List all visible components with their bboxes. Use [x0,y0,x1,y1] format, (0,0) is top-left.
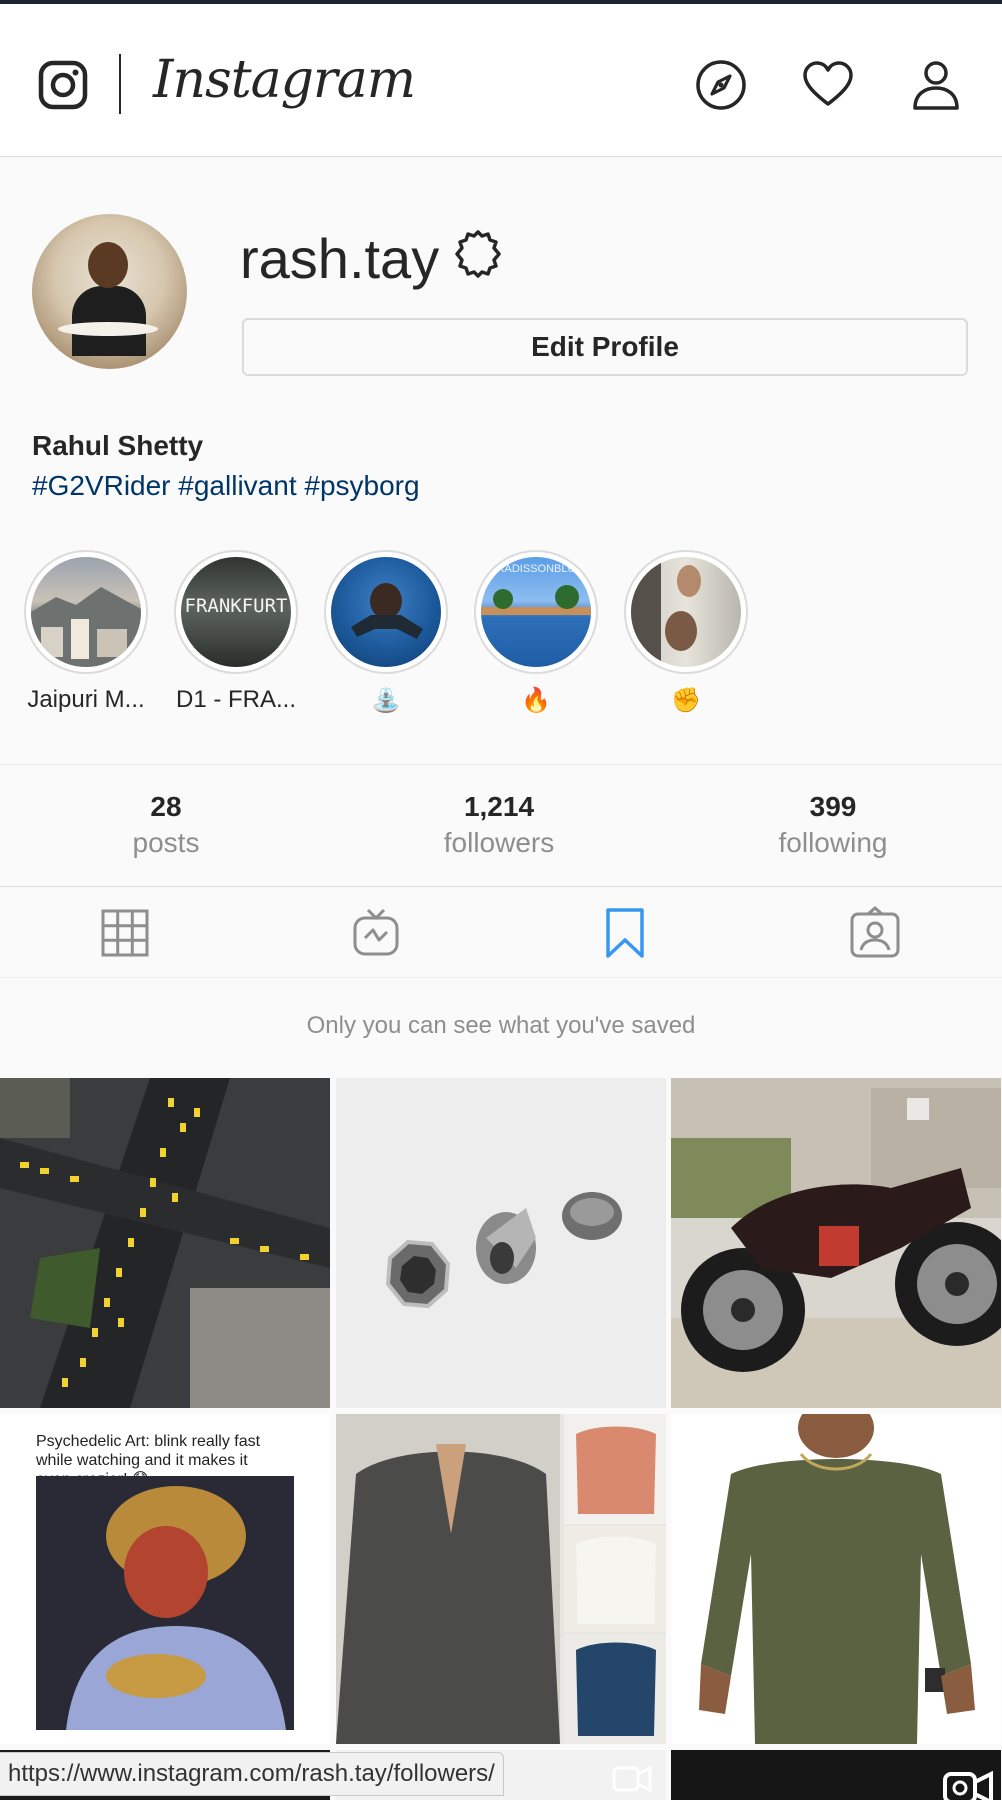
following-count: 399 [809,791,857,822]
highlight-thumbnail: RADISSONBLU [481,557,591,667]
profile-stats: 28 posts 1,214 followers 399 following [0,765,1002,887]
highlight-label: 🔥 [521,687,551,714]
highlight-thumbnail [31,557,141,667]
saved-privacy-note: Only you can see what you've saved [306,1012,696,1039]
story-highlights: Jaipuri M... FRANKFURT D1 - FRA... ⛲ RAD… [0,550,1002,730]
followers-count: 1,214 [463,791,535,822]
profile-tabs [0,888,1002,978]
user-icon[interactable] [909,58,963,112]
nav-separator [119,54,121,114]
highlight-item[interactable]: RADISSONBLU 🔥 [461,550,611,715]
posts-label: posts [132,827,200,858]
highlight-image-text: FRANKFURT [184,595,288,617]
posts-count: 28 [150,791,182,822]
following-stat[interactable]: 399 following [723,791,943,859]
following-label: following [778,827,888,858]
heart-icon[interactable] [801,58,855,112]
instagram-wordmark[interactable]: Instagram [153,50,416,110]
highlight-label: ✊ [671,687,701,714]
username: rash.tay [240,227,440,290]
saved-post-tile[interactable] [671,1750,1001,1800]
saved-post-tile[interactable] [336,1078,666,1408]
highlight-item[interactable]: ⛲ [311,550,461,715]
top-navbar: Instagram [0,4,1002,157]
video-camera-icon [276,1437,316,1465]
full-name: Rahul Shetty [32,430,204,461]
followers-stat[interactable]: 1,214 followers [389,791,609,859]
highlight-thumbnail [631,557,741,667]
linen-shirts-image [336,1414,666,1744]
instagram-logo-icon[interactable] [38,60,88,110]
posts-stat[interactable]: 28 posts [56,791,276,859]
highlight-thumbnail: FRANKFURT [181,557,291,667]
compass-icon[interactable] [694,58,748,112]
olive-shirt-image [671,1414,1001,1744]
grid-icon[interactable] [98,906,152,960]
tagged-icon[interactable] [848,906,902,960]
highlight-thumbnail [331,557,441,667]
saved-post-tile[interactable] [0,1078,330,1408]
igtv-icon[interactable] [349,906,403,960]
saved-post-tile[interactable] [336,1414,666,1744]
edit-profile-button[interactable]: Edit Profile [242,318,968,376]
saved-post-tile[interactable] [671,1078,1001,1408]
highlight-item[interactable]: FRANKFURT D1 - FRA... [161,550,311,714]
motorcycle-image [671,1078,1001,1408]
bio-hashtags[interactable]: #G2VRider #gallivant #psyborg [32,470,420,502]
bookmark-icon[interactable] [598,906,652,960]
psychedelic-art-image [36,1476,294,1730]
settings-gear-icon[interactable] [452,228,504,280]
saved-post-tile[interactable] [671,1414,1001,1744]
highlight-label: Jaipuri M... [27,686,145,713]
highlight-item[interactable]: Jaipuri M... [11,550,161,714]
silver-rings-image [336,1078,666,1408]
status-bar-url: https://www.instagram.com/rash.tay/follo… [0,1752,504,1796]
video-camera-icon [612,1765,652,1793]
saved-post-tile[interactable]: Psychedelic Art: blink really fast while… [0,1414,330,1744]
avatar[interactable] [32,214,187,369]
video-camera-icon [943,1770,993,1800]
highlight-item[interactable]: ✊ [611,550,761,715]
highlight-label: D1 - FRA... [175,686,296,713]
followers-label: followers [443,827,555,858]
aerial-city-image [0,1078,330,1408]
highlight-label: ⛲ [371,687,401,714]
